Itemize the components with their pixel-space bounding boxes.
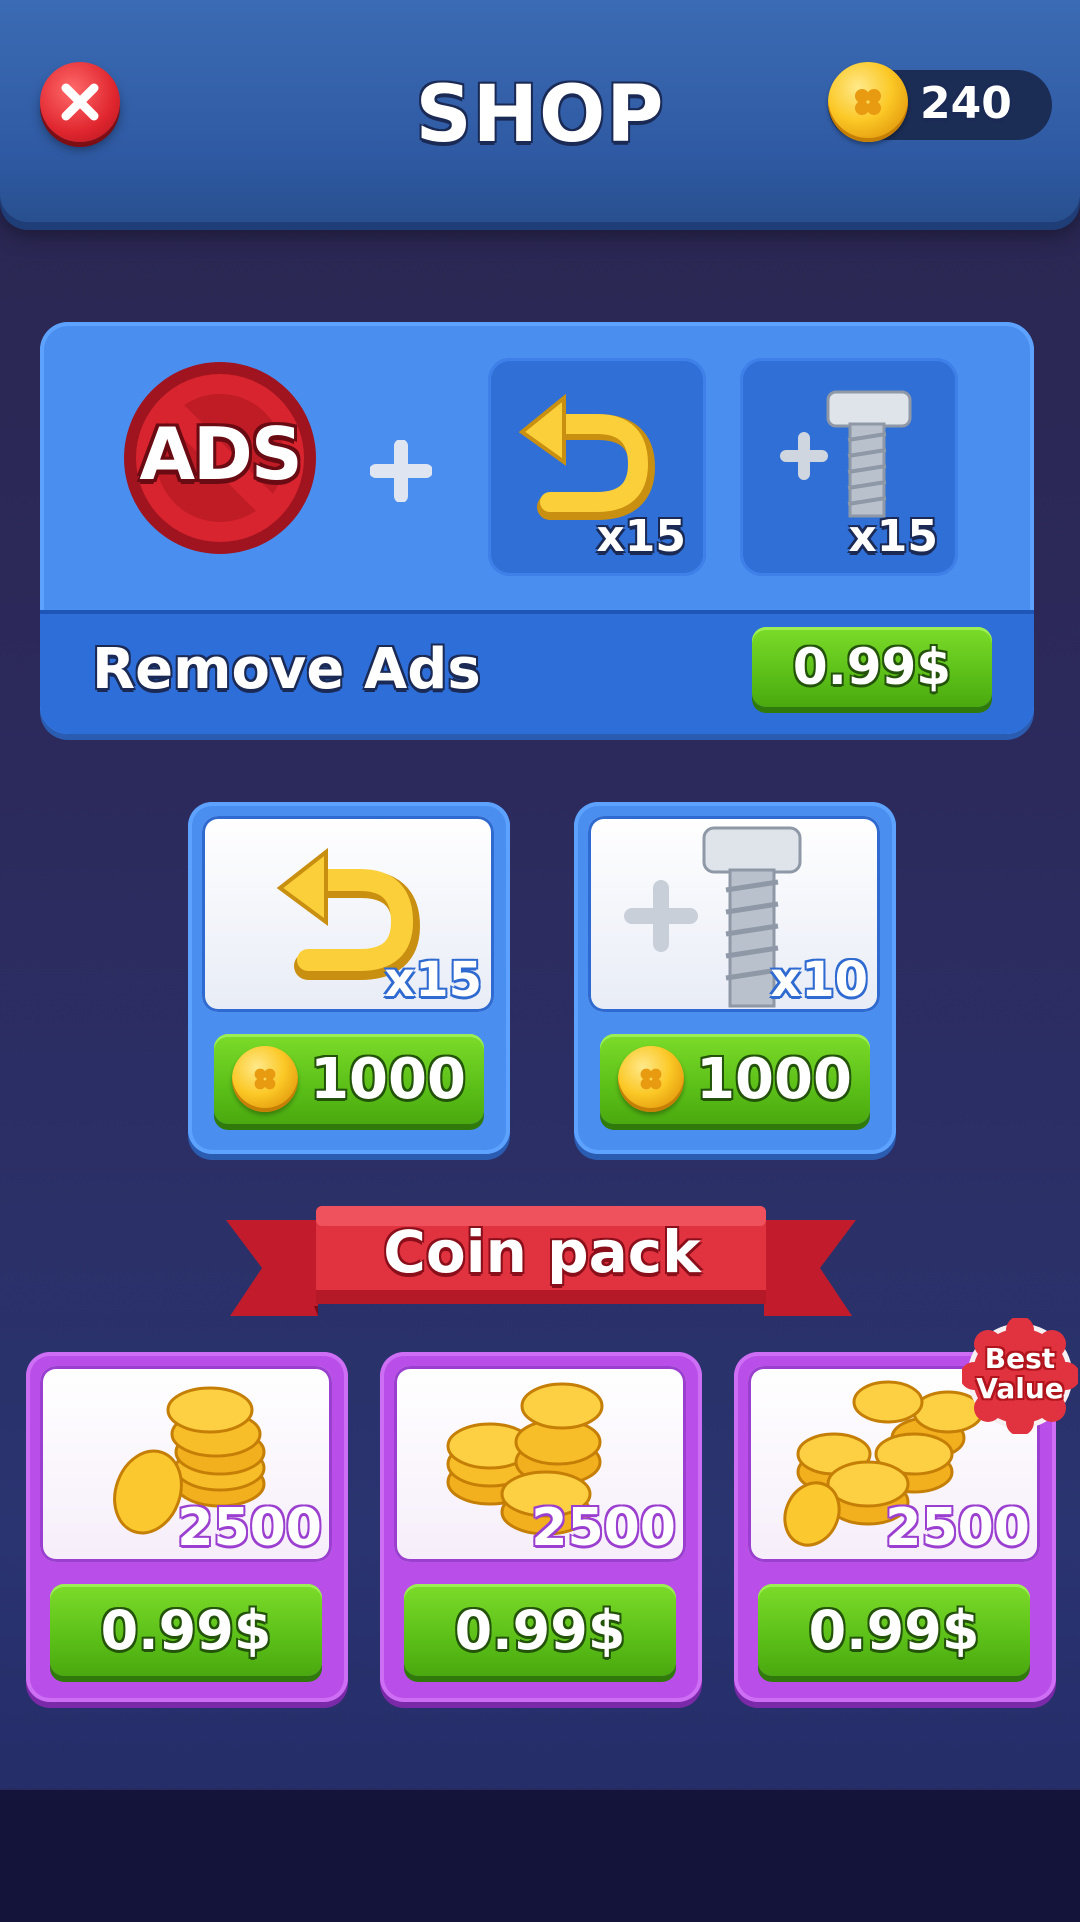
coin-icon	[618, 1046, 685, 1112]
best-value-line1: Best	[984, 1342, 1056, 1375]
coin-pack-buy-button[interactable]: 0.99$	[758, 1584, 1030, 1676]
screw-item-count: x10	[770, 952, 868, 1008]
bottom-bar	[0, 1788, 1080, 1922]
best-value-line2: Value	[976, 1372, 1064, 1405]
coin-pack-preview: 2500	[40, 1366, 332, 1562]
screw-item-preview: x10	[588, 816, 880, 1012]
screw-item-buy-button[interactable]: 1000	[600, 1034, 870, 1124]
coin-balance-value: 240	[920, 78, 1012, 129]
plus-icon	[369, 439, 433, 506]
remove-ads-label: Remove Ads	[92, 637, 481, 702]
undo-item-card: x15 1000	[188, 802, 510, 1154]
best-value-label: Best Value	[962, 1344, 1078, 1404]
screw-item-card: x10 1000	[574, 802, 896, 1154]
coin-pack-amount: 2500	[177, 1498, 322, 1558]
remove-ads-buy-button[interactable]: 0.99$	[752, 627, 992, 707]
coin-pack-buy-button[interactable]: 0.99$	[404, 1584, 676, 1676]
coin-pack-buy-button[interactable]: 0.99$	[50, 1584, 322, 1676]
coin-pack-amount: 2500	[885, 1498, 1030, 1558]
coin-pack-small: 2500 0.99$	[26, 1352, 348, 1702]
coin-icon	[828, 62, 908, 142]
coin-icon	[232, 1046, 299, 1112]
no-ads-badge: ADS	[120, 358, 320, 558]
undo-item-count: x15	[384, 952, 482, 1008]
screw-item-price: 1000	[696, 1046, 852, 1112]
bundle-undo-count: x15	[596, 511, 686, 562]
undo-arrow-icon	[518, 393, 656, 520]
undo-item-price: 1000	[310, 1046, 466, 1112]
coin-pack-preview: 2500	[394, 1366, 686, 1562]
bundle-screw-tile: x15	[740, 358, 958, 576]
coin-pack-title: Coin pack	[383, 1218, 701, 1286]
bundle-undo-tile: x15	[488, 358, 706, 576]
undo-item-preview: x15	[202, 816, 494, 1012]
coin-pack-medium: 2500 0.99$	[380, 1352, 702, 1702]
coin-balance: 240	[828, 62, 1052, 142]
no-ads-text: ADS	[139, 412, 302, 496]
bundle-screw-count: x15	[848, 511, 938, 562]
remove-ads-offer: ADS x15 x15 Remove Ads 0.99$	[40, 322, 1034, 734]
coin-pack-amount: 2500	[531, 1498, 676, 1558]
shop-header: SHOP 240	[0, 0, 1080, 222]
undo-item-buy-button[interactable]: 1000	[214, 1034, 484, 1124]
